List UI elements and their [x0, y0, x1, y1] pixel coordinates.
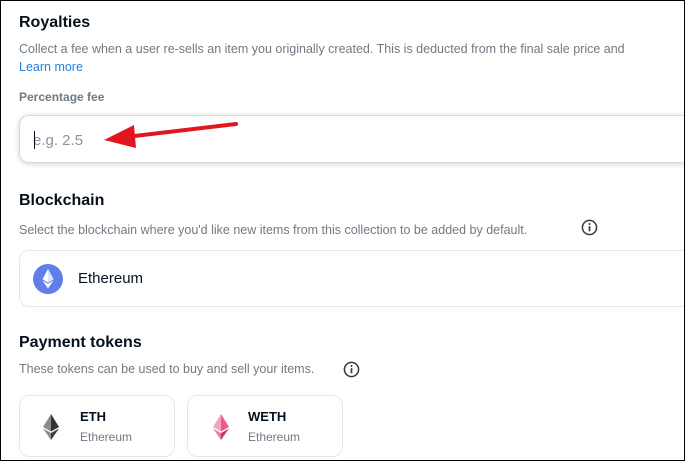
payment-tokens-heading: Payment tokens — [19, 334, 142, 351]
blockchain-select[interactable]: Ethereum — [19, 250, 684, 307]
token-card-weth[interactable]: WETH Ethereum — [187, 395, 343, 457]
token-symbol: WETH — [248, 409, 287, 424]
info-icon[interactable] — [343, 361, 360, 378]
token-network: Ethereum — [80, 430, 133, 444]
eth-diamond-icon — [43, 414, 59, 440]
blockchain-description: Select the blockchain where you'd like n… — [19, 223, 528, 237]
weth-diamond-icon — [213, 414, 229, 440]
token-card-eth[interactable]: ETH Ethereum — [19, 395, 175, 457]
token-network: Ethereum — [248, 430, 301, 444]
blockchain-selected-value: Ethereum — [78, 270, 144, 287]
ethereum-logo-icon — [33, 264, 63, 294]
payment-tokens-description: These tokens can be used to buy and sell… — [19, 362, 315, 376]
token-symbol: ETH — [80, 409, 106, 424]
page-frame: Royalties Collect a fee when a user re-s… — [0, 0, 685, 461]
annotation-arrow-icon — [104, 122, 238, 148]
royalties-description: Collect a fee when a user re-sells an it… — [19, 42, 625, 56]
percentage-fee-label: Percentage fee — [19, 90, 105, 104]
learn-more-link[interactable]: Learn more — [19, 60, 83, 74]
blockchain-heading: Blockchain — [19, 192, 105, 209]
info-icon[interactable] — [581, 219, 598, 236]
royalties-heading: Royalties — [19, 14, 91, 31]
text-caret — [34, 131, 35, 149]
